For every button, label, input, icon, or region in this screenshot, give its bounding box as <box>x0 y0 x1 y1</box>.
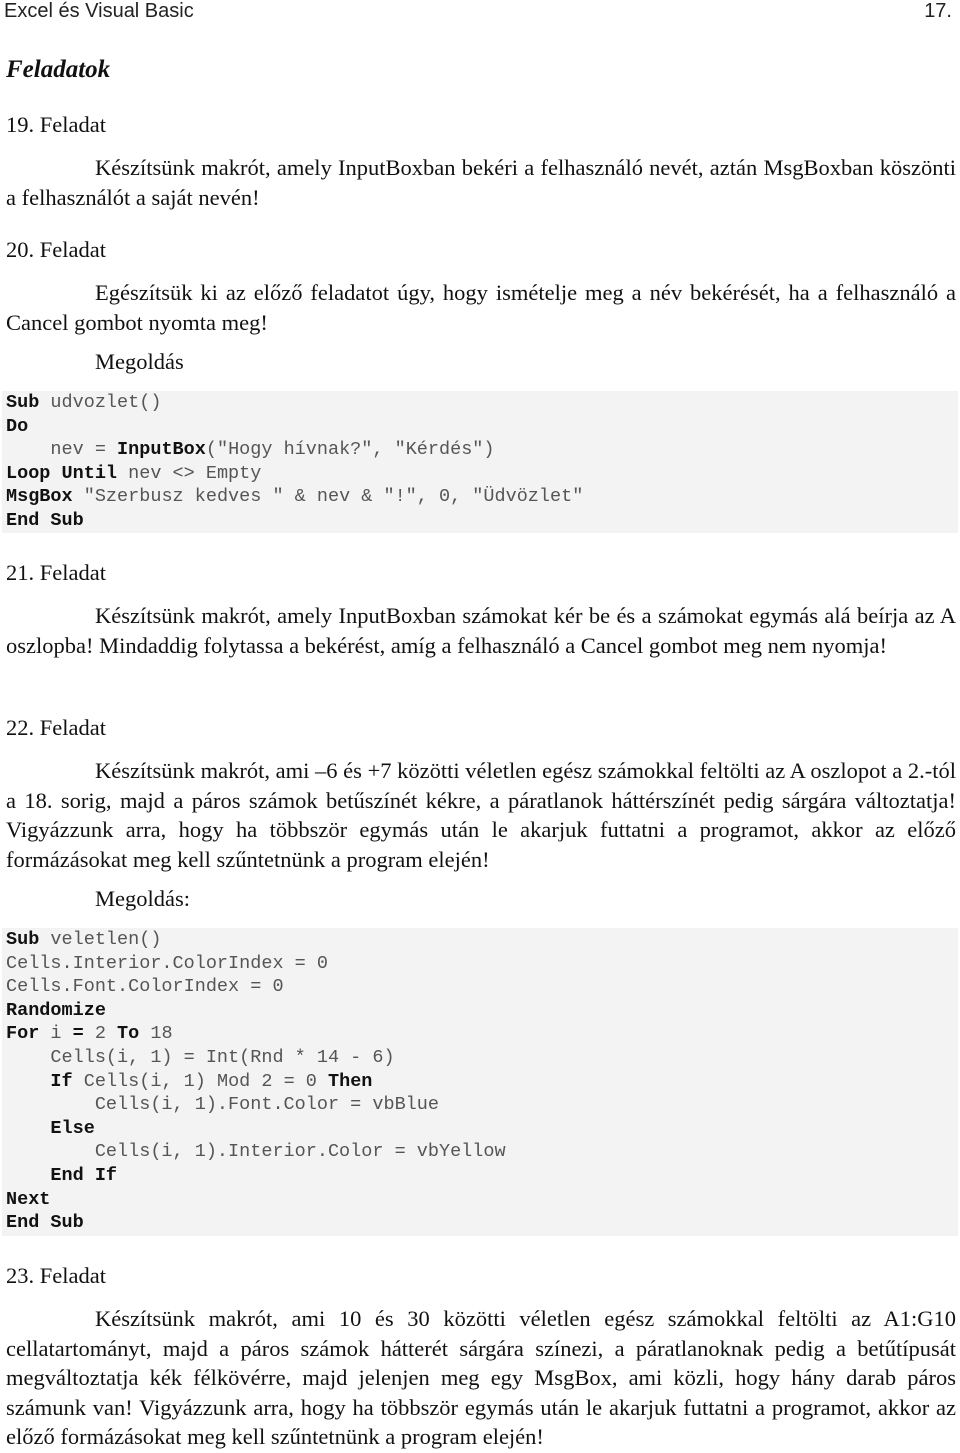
code-keyword: Loop Until <box>6 462 118 484</box>
code-line: Cells(i, 1).Font.Color = vbBlue <box>2 1093 958 1117</box>
code-line: If Cells(i, 1) Mod 2 = 0 Then <box>2 1070 958 1094</box>
code-text: "Szerbusz kedves " & nev & "!", 0, "Üdvö… <box>72 486 584 508</box>
code-text: i <box>39 1023 73 1045</box>
code-line: Randomize <box>2 999 958 1023</box>
code-text: udvozlet() <box>39 392 162 413</box>
code-text: 2 <box>83 1023 118 1045</box>
code-block-veletlen: Sub veletlen() Cells.Interior.ColorIndex … <box>2 928 958 1236</box>
code-keyword: Else <box>50 1117 95 1139</box>
code-text: Cells(i, 1).Font.Color = vbBlue <box>6 1094 439 1116</box>
code-text: nev = <box>6 439 118 461</box>
code-line: End If <box>2 1164 958 1188</box>
code-line: Cells.Font.ColorIndex = 0 <box>2 975 958 999</box>
task-19-text-content: Készítsünk makrót, amely InputBoxban bek… <box>6 155 956 210</box>
code-keyword: For <box>6 1023 40 1045</box>
running-header-page-number: 17. <box>924 0 952 22</box>
code-text: nev <> Empty <box>117 462 262 484</box>
code-text: veletlen() <box>39 929 162 950</box>
code-line: For i = 2 To 18 <box>2 1022 958 1046</box>
code-keyword: InputBox <box>117 439 206 461</box>
task-22-text: Készítsünk makrót, ami –6 és +7 közötti … <box>6 756 956 874</box>
code-line: Next <box>2 1188 958 1212</box>
code-line: MsgBox "Szerbusz kedves " & nev & "!", 0… <box>2 485 958 509</box>
code-keyword: Then <box>327 1070 373 1092</box>
task-22-heading: 22. Feladat <box>6 715 106 740</box>
code-line: Loop Until nev <> Empty <box>2 462 958 486</box>
code-line: Cells(i, 1) = Int(Rnd * 14 - 6) <box>2 1046 958 1070</box>
code-keyword: If <box>50 1070 73 1092</box>
code-keyword: To <box>117 1023 140 1045</box>
task-22-text-content: Készítsünk makrót, ami –6 és +7 közötti … <box>6 758 956 872</box>
code-line: End Sub <box>2 1211 958 1235</box>
task-21-text-content: Készítsünk makrót, amely InputBoxban szá… <box>6 603 956 658</box>
task-21-text: Készítsünk makrót, amely InputBoxban szá… <box>6 601 956 660</box>
code-text: Cells(i, 1).Interior.Color = vbYellow <box>6 1141 506 1163</box>
code-keyword: End Sub <box>6 1212 84 1234</box>
running-header-title: Excel és Visual Basic <box>4 0 194 22</box>
task-23-text: Készítsünk makrót, ami 10 és 30 közötti … <box>6 1304 956 1452</box>
code-keyword: Randomize <box>6 999 106 1021</box>
code-line: Else <box>2 1117 958 1141</box>
task-20-solution-label: Megoldás <box>95 349 184 374</box>
code-text: Cells.Font.ColorIndex = 0 <box>6 976 284 998</box>
code-line: Sub veletlen() <box>2 928 958 952</box>
code-line: nev = InputBox("Hogy hívnak?", "Kérdés") <box>2 438 958 462</box>
task-20-text: Egészítsük ki az előző feladatot úgy, ho… <box>6 278 956 337</box>
code-text: ("Hogy hívnak?", "Kérdés") <box>205 439 495 461</box>
task-23-text-content: Készítsünk makrót, ami 10 és 30 közötti … <box>6 1306 956 1449</box>
task-22-solution-label: Megoldás: <box>95 886 190 911</box>
task-23-heading: 23. Feladat <box>6 1263 106 1288</box>
task-20-text-content: Egészítsük ki az előző feladatot úgy, ho… <box>6 280 956 335</box>
code-line: Sub udvozlet() <box>2 391 958 415</box>
code-line: End Sub <box>2 509 958 533</box>
code-text: 18 <box>139 1023 173 1045</box>
code-block-udvozlet: Sub udvozlet() Do nev = InputBox("Hogy hí… <box>2 391 958 533</box>
code-line: Cells(i, 1).Interior.Color = vbYellow <box>2 1140 958 1164</box>
code-text: Cells(i, 1) Mod 2 = 0 <box>72 1070 328 1092</box>
code-text: Cells(i, 1) = Int(Rnd * 14 - 6) <box>6 1046 395 1068</box>
code-keyword: = <box>72 1023 84 1045</box>
section-title: Feladatok <box>6 56 111 83</box>
code-keyword: Sub <box>6 392 40 413</box>
code-keyword: MsgBox <box>6 486 73 508</box>
code-line: Do <box>2 415 958 439</box>
code-line: Cells.Interior.ColorIndex = 0 <box>2 952 958 976</box>
task-19-heading: 19. Feladat <box>6 112 106 137</box>
code-text: Cells.Interior.ColorIndex = 0 <box>6 952 328 974</box>
code-keyword: End Sub <box>6 509 84 531</box>
code-keyword: Next <box>6 1188 51 1210</box>
code-keyword: Sub <box>6 929 40 950</box>
task-20-heading: 20. Feladat <box>6 237 106 262</box>
code-keyword: End If <box>50 1164 118 1186</box>
task-19-text: Készítsünk makrót, amely InputBoxban bek… <box>6 153 956 212</box>
task-21-heading: 21. Feladat <box>6 560 106 585</box>
code-keyword: Do <box>6 415 29 437</box>
